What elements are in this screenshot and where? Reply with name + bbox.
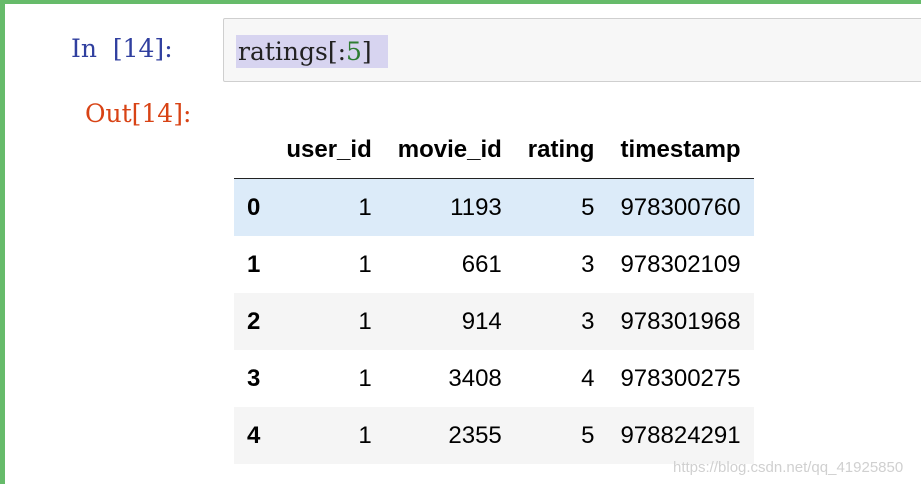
code-number: 5 (346, 37, 362, 66)
table-row: 0 1 1193 5 978300760 (234, 178, 754, 236)
cell-movie-id: 661 (461, 250, 502, 278)
cell-rating: 3 (581, 250, 595, 278)
watermark-text: https://blog.csdn.net/qq_41925850 (673, 459, 904, 476)
cell-rating: 4 (581, 364, 595, 392)
column-header-movie-id: movie_id (384, 121, 515, 179)
cell-movie-id: 1193 (450, 193, 502, 221)
dataframe-table: user_id movie_id rating timestamp 0 1 11… (234, 121, 754, 464)
code-text: ratings[: (238, 37, 347, 66)
cell-user-id: 1 (358, 421, 372, 449)
row-index: 3 (247, 364, 261, 392)
table-row: 2 1 914 3 978301968 (234, 293, 754, 350)
column-header-rating: rating (514, 121, 608, 179)
cell-rating: 5 (581, 193, 595, 221)
notebook-cell[interactable]: In [14]: ratings[:5] Out[14]: user_id mo… (0, 0, 921, 484)
cell-user-id: 1 (358, 307, 372, 335)
cell-rating: 5 (581, 421, 595, 449)
table-row: 1 1 661 3 978302109 (234, 236, 754, 293)
cell-timestamp: 978300760 (620, 193, 741, 221)
column-header-user-id: user_id (273, 121, 385, 179)
cell-movie-id: 2355 (448, 421, 502, 449)
column-header-index (234, 121, 274, 179)
row-index: 0 (247, 193, 261, 221)
table-row: 4 1 2355 5 978824291 (234, 407, 754, 464)
input-prompt: In [14]: (71, 34, 173, 63)
cell-timestamp: 978302109 (620, 250, 741, 278)
cell-timestamp: 978300275 (620, 364, 741, 392)
output-prompt: Out[14]: (85, 99, 192, 128)
code-selection[interactable]: ratings[:5] (236, 35, 388, 68)
column-header-timestamp: timestamp (607, 121, 754, 179)
cell-user-id: 1 (358, 193, 372, 221)
row-index: 4 (247, 421, 261, 449)
cell-user-id: 1 (358, 364, 372, 392)
row-index: 2 (247, 307, 261, 335)
cell-movie-id: 914 (461, 307, 502, 335)
cell-timestamp: 978301968 (620, 307, 741, 335)
table-header-row: user_id movie_id rating timestamp (234, 121, 754, 179)
table-row: 3 1 3408 4 978300275 (234, 350, 754, 407)
cell-user-id: 1 (358, 250, 372, 278)
cell-rating: 3 (581, 307, 595, 335)
cell-timestamp: 978824291 (620, 421, 741, 449)
code-editor[interactable]: ratings[:5] (223, 18, 921, 82)
row-index: 1 (247, 250, 261, 278)
cell-movie-id: 3408 (448, 364, 502, 392)
code-close-bracket: ] (361, 37, 372, 66)
